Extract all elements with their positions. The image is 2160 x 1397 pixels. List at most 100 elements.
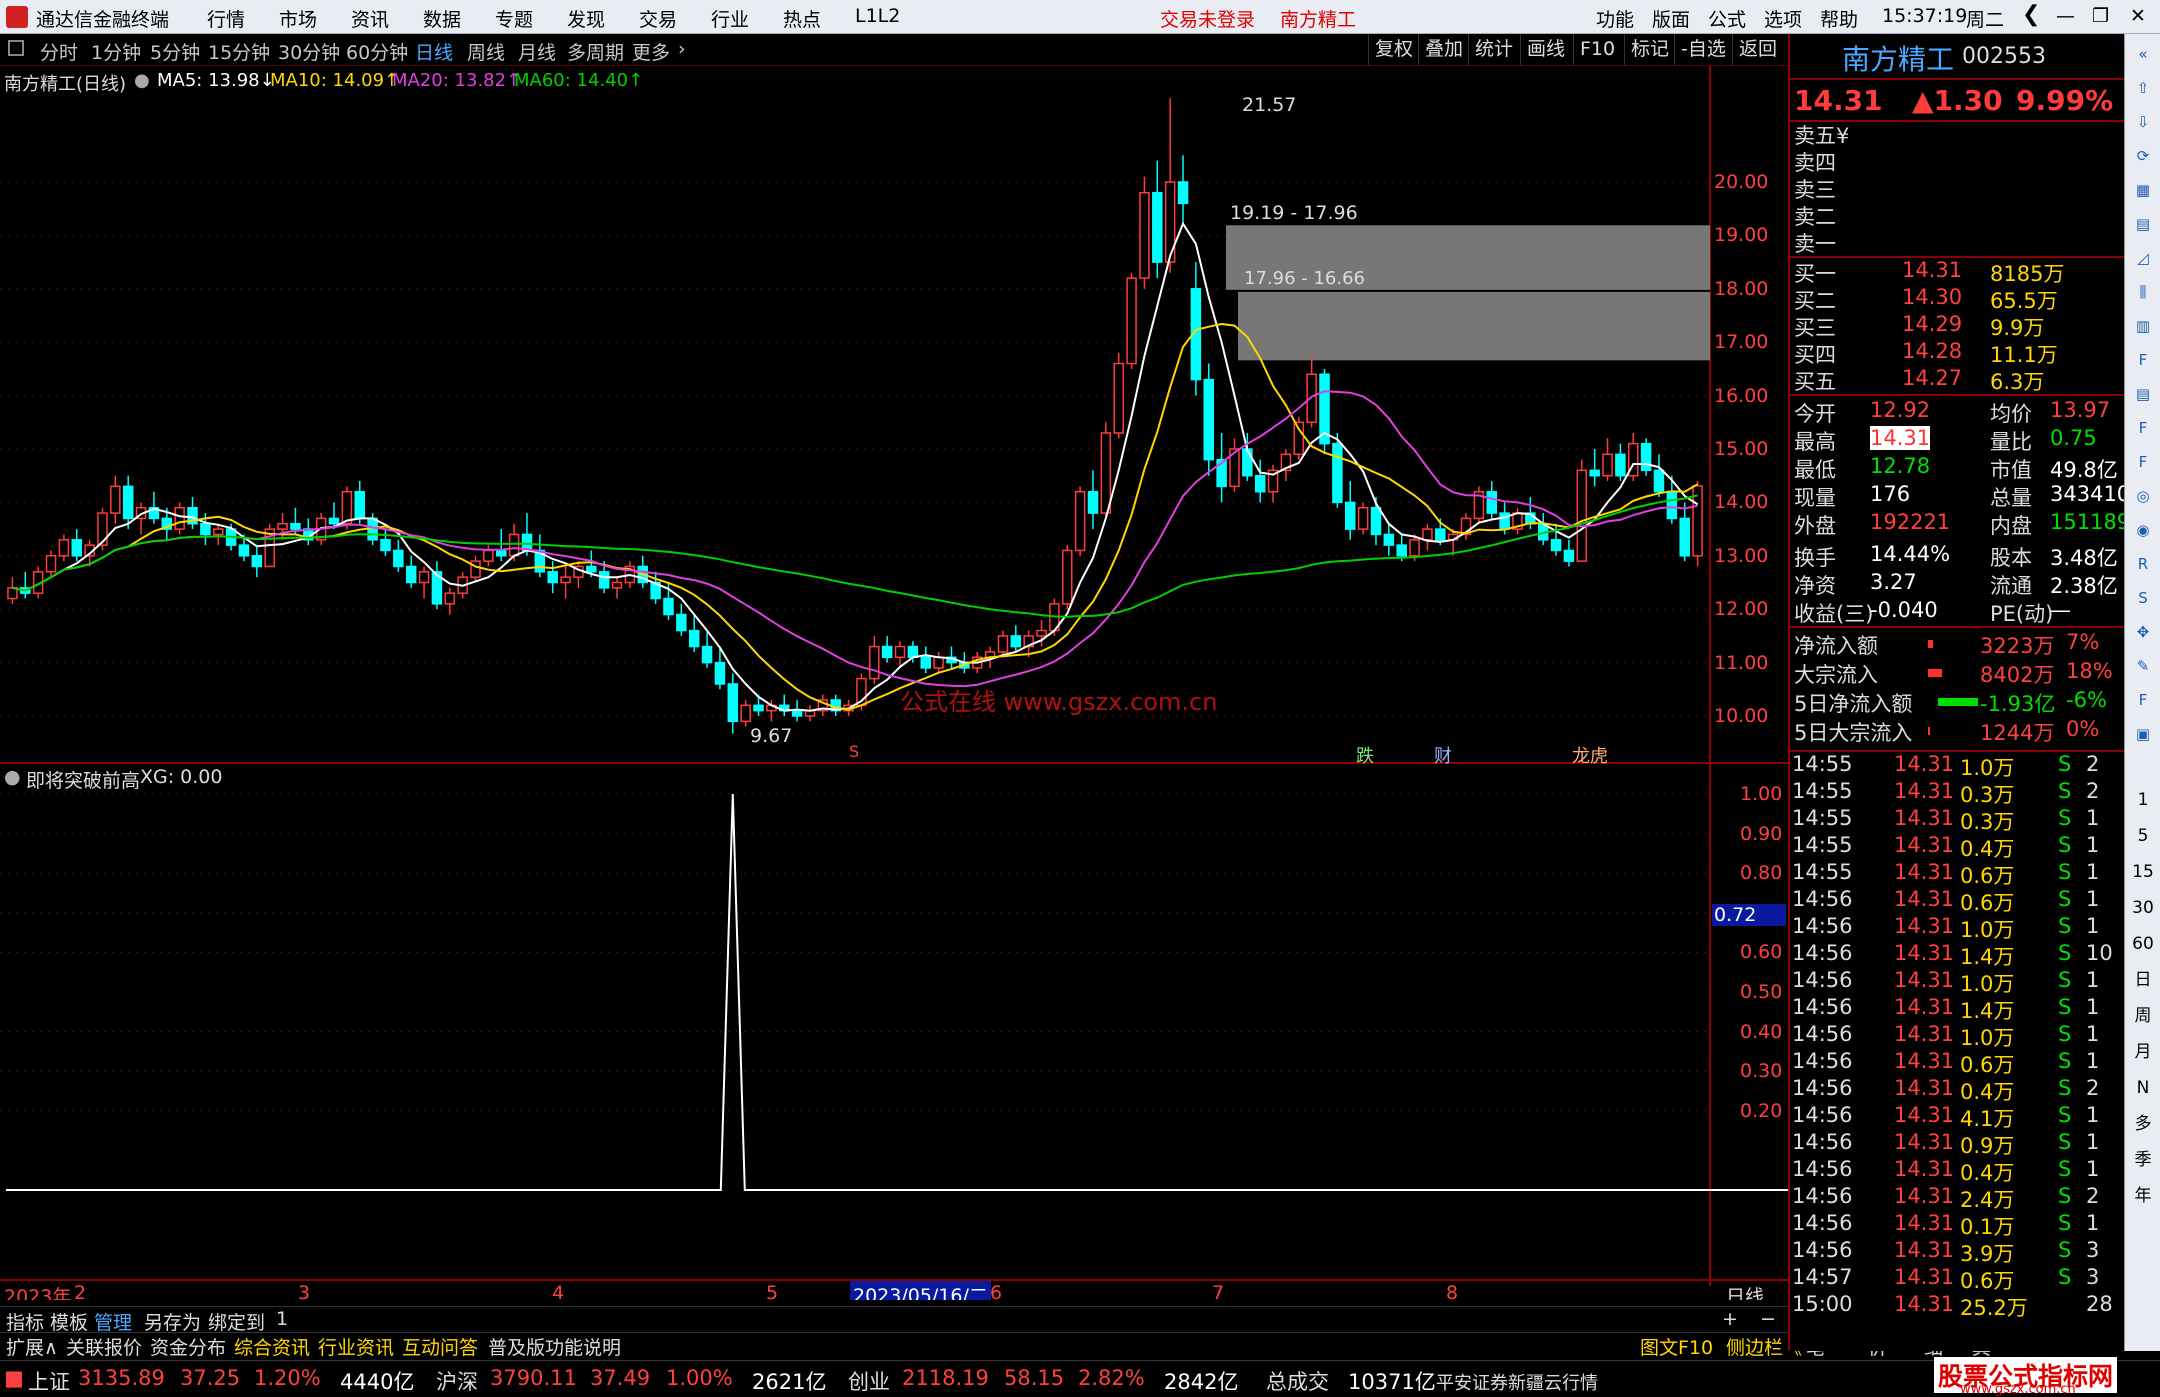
fund-icon[interactable]: ▤ [2129, 210, 2157, 238]
period-tab-daily[interactable]: 日线 [415, 38, 453, 65]
sidebar-period-1[interactable]: 5 [2129, 822, 2157, 850]
menu-item-function[interactable]: 功能 [1596, 5, 1634, 32]
period-tab-more[interactable]: 更多 [632, 38, 670, 65]
period-tab-weekly[interactable]: 周线 [467, 38, 505, 65]
event-mark-s[interactable]: S [849, 742, 859, 761]
sidebar-period-11[interactable]: 年 [2129, 1182, 2157, 1210]
period-tab-multi[interactable]: 多周期 [567, 38, 624, 65]
menu-item-formula[interactable]: 公式 [1708, 5, 1746, 32]
kline-icon[interactable]: ⫼ [2129, 278, 2157, 306]
menu-item-news[interactable]: 资讯 [351, 5, 389, 32]
back-nav-icon[interactable]: ❮ [2022, 2, 2040, 27]
tab-industry-news[interactable]: 行业资讯 [318, 1333, 394, 1360]
toolbar-draw[interactable]: 画线 [1520, 34, 1571, 65]
menu-item-data[interactable]: 数据 [423, 5, 461, 32]
tab-expand[interactable]: 扩展∧ [6, 1333, 58, 1360]
doc-icon[interactable]: ▥ [2129, 312, 2157, 340]
move-icon[interactable]: ✥ [2129, 618, 2157, 646]
sidebar-period-3[interactable]: 30 [2129, 894, 2157, 922]
toolbar-mark[interactable]: 标记 [1624, 34, 1675, 65]
minimize-icon[interactable]: — [2056, 5, 2075, 27]
sidebar-period-8[interactable]: N [2129, 1074, 2157, 1102]
menu-item-options[interactable]: 选项 [1764, 5, 1802, 32]
tab-window-1[interactable]: 1 [276, 1308, 288, 1330]
event-mark-finance[interactable]: 财 [1434, 742, 1452, 768]
tab-save-as[interactable]: 另存为 [144, 1308, 201, 1335]
toolbar-f10[interactable]: F10 [1573, 34, 1621, 65]
candle-body [676, 613, 687, 632]
rsi-icon[interactable]: R [2129, 550, 2157, 578]
collapse-icon[interactable]: « [2129, 40, 2157, 68]
tab-help[interactable]: 普及版功能说明 [488, 1333, 621, 1360]
zoom-out-button[interactable]: − [1760, 1308, 1776, 1330]
tab-qa[interactable]: 互动问答 [402, 1333, 478, 1360]
tab-manage[interactable]: 管理 [94, 1308, 132, 1335]
tab-related-quotes[interactable]: 关联报价 [66, 1333, 142, 1360]
menu-item-l1l2[interactable]: L1L2 [855, 5, 900, 27]
sh-index-name[interactable]: 上证 [28, 1366, 70, 1396]
panel-toggle-icon[interactable] [8, 40, 24, 56]
tab-f10[interactable]: 图文F10 [1640, 1333, 1713, 1360]
pen-icon[interactable]: ✎ [2129, 652, 2157, 680]
event-mark-drop[interactable]: 跌 [1356, 742, 1374, 768]
down-icon[interactable]: ⇩ [2129, 108, 2157, 136]
toolbar-adjust[interactable]: 复权 [1368, 34, 1419, 65]
sidebar-period-10[interactable]: 季 [2129, 1146, 2157, 1174]
period-tab-60min[interactable]: 60分钟 [346, 38, 408, 65]
menu-item-layout[interactable]: 版面 [1652, 5, 1690, 32]
doc2-icon[interactable]: ▤ [2129, 380, 2157, 408]
sidebar-period-2[interactable]: 15 [2129, 858, 2157, 886]
f-icon[interactable]: F [2129, 414, 2157, 442]
menu-item-market[interactable]: 市场 [279, 5, 317, 32]
period-tab-30min[interactable]: 30分钟 [278, 38, 340, 65]
indicator-settings-icon[interactable]: ● [4, 766, 21, 788]
toolbar-stats[interactable]: 统计 [1468, 34, 1519, 65]
f10-icon[interactable]: F [2129, 346, 2157, 374]
toolbar-back[interactable]: 返回 [1732, 34, 1783, 65]
toolbar-watchlist[interactable]: -自选 [1674, 34, 1732, 65]
chart-icon[interactable]: ◿ [2129, 244, 2157, 272]
f2-icon[interactable]: F [2129, 448, 2157, 476]
kline-chart[interactable] [0, 66, 1788, 1286]
sidebar-period-9[interactable]: 多 [2129, 1110, 2157, 1138]
period-tab-1min[interactable]: 1分钟 [91, 38, 141, 65]
toolbar-overlay[interactable]: 叠加 [1418, 34, 1469, 65]
img-icon[interactable]: ▣ [2129, 720, 2157, 748]
cy-index-name[interactable]: 创业 [848, 1366, 890, 1396]
sidebar-period-5[interactable]: 日 [2129, 966, 2157, 994]
menu-item-industry[interactable]: 行业 [711, 5, 749, 32]
menu-item-quotes[interactable]: 行情 [207, 5, 245, 32]
tab-indicator[interactable]: 指标 [6, 1308, 44, 1335]
target-icon[interactable]: ◉ [2129, 516, 2157, 544]
sidebar-period-6[interactable]: 周 [2129, 1002, 2157, 1030]
up-icon[interactable]: ⇧ [2129, 74, 2157, 102]
zoom-in-button[interactable]: + [1722, 1308, 1738, 1330]
login-status[interactable]: 交易未登录 [1160, 5, 1255, 32]
event-mark-dragon-tiger[interactable]: 龙虎 [1572, 742, 1608, 768]
menu-item-trade[interactable]: 交易 [639, 5, 677, 32]
menu-item-help[interactable]: 帮助 [1820, 5, 1858, 32]
sidebar-period-4[interactable]: 60 [2129, 930, 2157, 958]
sidebar-period-0[interactable]: 1 [2129, 786, 2157, 814]
sidebar-period-7[interactable]: 月 [2129, 1038, 2157, 1066]
tab-fund-distribution[interactable]: 资金分布 [150, 1333, 226, 1360]
period-tab-timeshare[interactable]: 分时 [40, 38, 78, 65]
menu-item-discover[interactable]: 发现 [567, 5, 605, 32]
period-tab-5min[interactable]: 5分钟 [150, 38, 200, 65]
refresh-icon[interactable]: ⟳ [2129, 142, 2157, 170]
period-tab-15min[interactable]: 15分钟 [208, 38, 270, 65]
grid-icon[interactable]: ▦ [2129, 176, 2157, 204]
menu-item-topics[interactable]: 专题 [495, 5, 533, 32]
close-icon[interactable]: ✕ [2130, 5, 2146, 27]
tab-composite-news[interactable]: 综合资讯 [234, 1333, 310, 1360]
tab-template[interactable]: 模板 [50, 1308, 88, 1335]
period-tab-monthly[interactable]: 月线 [518, 38, 556, 65]
circle-icon[interactable]: ◎ [2129, 482, 2157, 510]
chevron-right-icon[interactable]: › [678, 38, 686, 60]
menu-item-hot[interactable]: 热点 [783, 5, 821, 32]
tab-bind-to[interactable]: 绑定到 [208, 1308, 265, 1335]
sz-index-name[interactable]: 沪深 [436, 1366, 478, 1396]
fs-icon[interactable]: F [2129, 686, 2157, 714]
s-icon[interactable]: S [2129, 584, 2157, 612]
restore-icon[interactable]: ❐ [2092, 5, 2109, 27]
